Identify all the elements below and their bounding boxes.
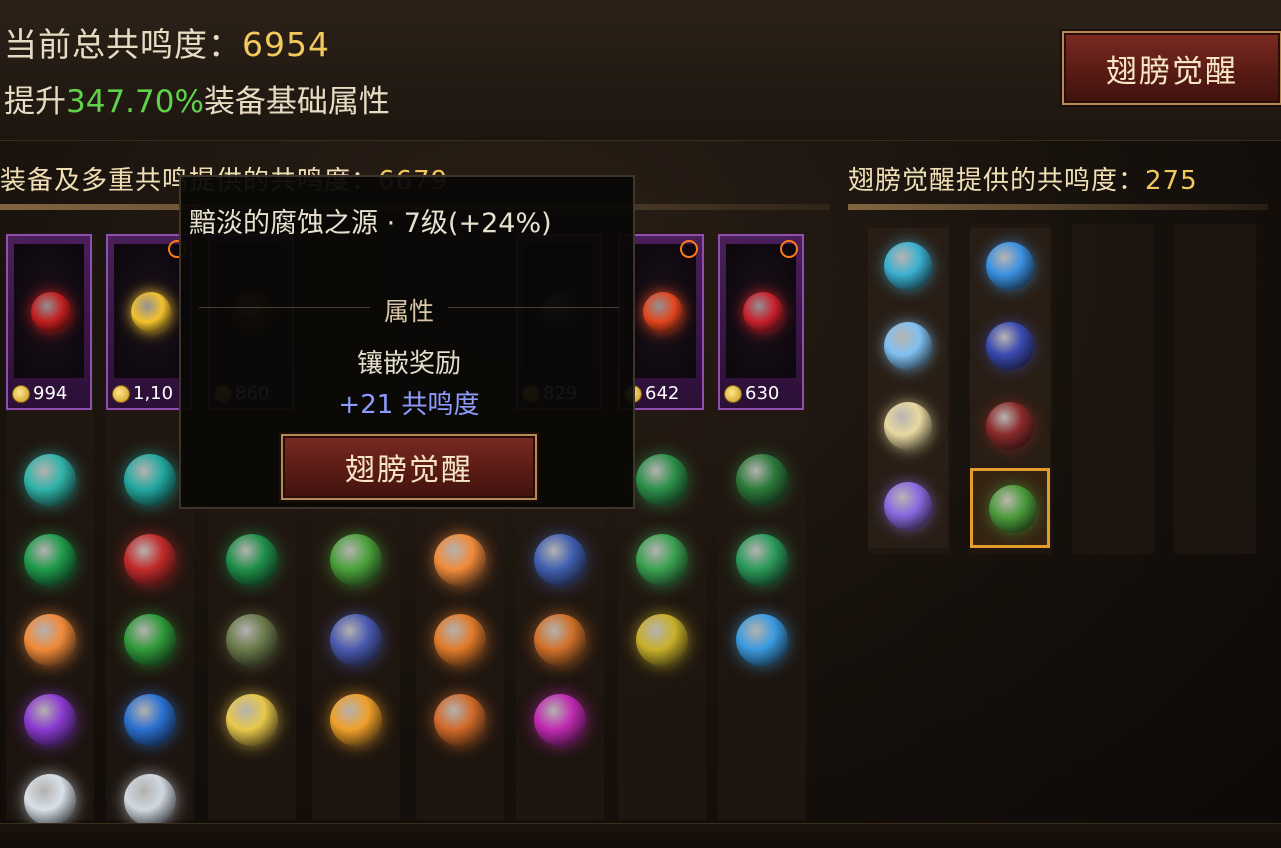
item-tooltip: 黯淡的腐蚀之源 · 7级(+24%) 属性 镶嵌奖励 +21 共鸣度 翅膀觉醒: [179, 175, 635, 509]
gem-icon[interactable]: [124, 694, 176, 746]
wing-gem-icon: [884, 322, 932, 370]
tooltip-awaken-button[interactable]: 翅膀觉醒: [281, 434, 537, 500]
equip-card-frame: [726, 244, 796, 378]
tooltip-reward-value: +21 共鸣度: [338, 390, 480, 420]
wing-resonance-label: 翅膀觉醒提供的共鸣度：: [848, 166, 1146, 196]
boost-prefix: 提升: [4, 84, 66, 120]
equip-card-frame: [14, 244, 84, 378]
wing-divider: [848, 204, 1268, 210]
gem-icon[interactable]: [330, 534, 382, 586]
boost-percentage: 347.70%: [66, 84, 204, 120]
bottom-bar: [0, 823, 1281, 848]
equip-price-value: 994: [33, 383, 68, 404]
wing-gem-icon: [986, 242, 1034, 290]
gem-icon[interactable]: [24, 774, 76, 826]
gem-icon[interactable]: [226, 614, 278, 666]
tooltip-reward-label: 镶嵌奖励: [356, 349, 461, 379]
tooltip-attr-heading-text: 属性: [369, 297, 448, 326]
equip-price: 1,10: [112, 383, 173, 404]
gem-icon[interactable]: [636, 454, 688, 506]
total-resonance-value: 6954: [242, 25, 330, 64]
equip-gem-icon: [643, 292, 683, 332]
wing-column: [1174, 224, 1256, 554]
equip-card[interactable]: 630: [718, 234, 804, 410]
wing-slot[interactable]: [868, 468, 948, 548]
wing-slot[interactable]: [868, 388, 948, 468]
coin-icon: [724, 384, 742, 403]
tooltip-title: 黯淡的腐蚀之源 · 7级(+24%): [189, 208, 552, 239]
wing-slot[interactable]: [970, 388, 1050, 468]
wing-slot-selected[interactable]: [970, 468, 1050, 548]
wing-slot[interactable]: [868, 228, 948, 308]
equip-price-value: 642: [645, 383, 680, 404]
wing-gem-icon: [884, 242, 932, 290]
equip-gem-icon: [131, 292, 171, 332]
equip-card-frame: [114, 244, 184, 378]
wing-slot[interactable]: [868, 308, 948, 388]
equip-price-value: 630: [745, 383, 780, 404]
wing-gem-icon: [989, 485, 1037, 533]
equip-card[interactable]: 994: [6, 234, 92, 410]
wing-slot[interactable]: [970, 228, 1050, 308]
gem-icon[interactable]: [330, 614, 382, 666]
gem-icon[interactable]: [24, 614, 76, 666]
gem-icon[interactable]: [736, 534, 788, 586]
gem-icon[interactable]: [636, 534, 688, 586]
gem-icon[interactable]: [736, 454, 788, 506]
attribute-boost: 提升347.70%装备基础属性: [4, 76, 390, 121]
gem-icon[interactable]: [226, 534, 278, 586]
gem-icon[interactable]: [226, 694, 278, 746]
gem-icon[interactable]: [434, 534, 486, 586]
gem-icon[interactable]: [534, 614, 586, 666]
wing-slot[interactable]: [970, 308, 1050, 388]
coin-icon: [112, 384, 130, 403]
gem-icon[interactable]: [24, 534, 76, 586]
equip-price-value: 1,10: [133, 383, 174, 404]
gem-icon[interactable]: [636, 614, 688, 666]
gem-icon[interactable]: [124, 614, 176, 666]
wing-gem-icon: [884, 402, 932, 450]
wing-resonance-title: 翅膀觉醒提供的共鸣度：275: [848, 160, 1198, 197]
flame-badge-icon: [680, 240, 698, 258]
equip-gem-icon: [31, 292, 71, 332]
gem-icon[interactable]: [434, 614, 486, 666]
gem-icon[interactable]: [434, 694, 486, 746]
total-resonance-label: 当前总共鸣度：: [4, 25, 242, 64]
coin-icon: [12, 384, 30, 403]
flame-badge-icon: [780, 240, 798, 258]
wing-column: [1072, 224, 1154, 554]
wing-gem-icon: [884, 482, 932, 530]
equip-price: 994: [12, 383, 67, 404]
wing-awaken-button[interactable]: 翅膀觉醒: [1062, 31, 1281, 105]
wing-resonance-value: 275: [1145, 166, 1198, 196]
equip-gem-icon: [743, 292, 783, 332]
total-resonance: 当前总共鸣度：6954: [4, 18, 330, 66]
gem-icon[interactable]: [124, 774, 176, 826]
boost-suffix: 装备基础属性: [203, 84, 390, 120]
gem-icon[interactable]: [534, 694, 586, 746]
wing-gem-icon: [986, 402, 1034, 450]
wing-gem-icon: [986, 322, 1034, 370]
gem-icon[interactable]: [736, 614, 788, 666]
gem-icon[interactable]: [330, 694, 382, 746]
gem-icon[interactable]: [124, 454, 176, 506]
top-header: 当前总共鸣度：6954 提升347.70%装备基础属性 翅膀觉醒: [0, 0, 1281, 141]
gem-icon[interactable]: [534, 534, 586, 586]
tooltip-attr-heading: 属性: [181, 292, 637, 328]
gem-icon[interactable]: [124, 534, 176, 586]
equip-price: 630: [724, 383, 779, 404]
gem-icon[interactable]: [24, 454, 76, 506]
gem-icon[interactable]: [24, 694, 76, 746]
